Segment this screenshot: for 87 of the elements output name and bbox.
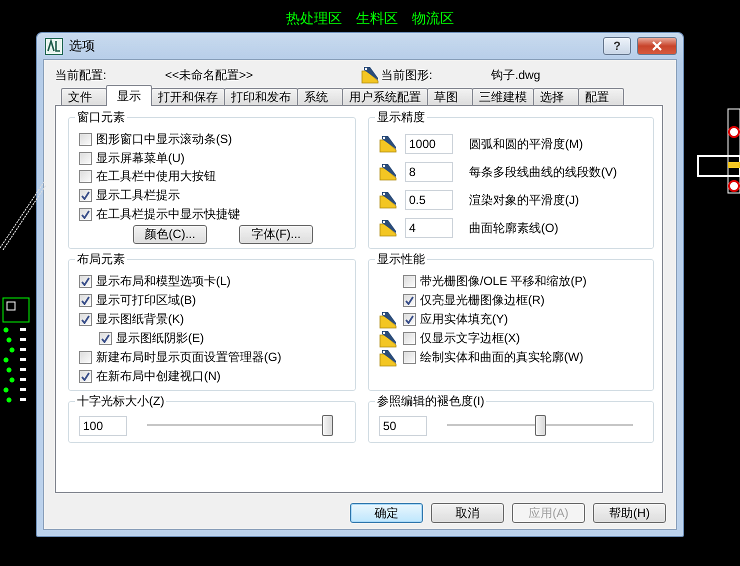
dialog-button[interactable]: 取消 bbox=[431, 503, 504, 523]
checkbox[interactable] bbox=[99, 332, 112, 345]
group-title: 窗口元素 bbox=[75, 110, 127, 124]
tab[interactable]: 打印和发布 bbox=[224, 88, 298, 106]
value-field[interactable]: 4 bbox=[405, 218, 453, 238]
tab[interactable]: 显示 bbox=[106, 85, 152, 106]
checkbox[interactable] bbox=[403, 332, 416, 345]
checkbox-label: 仅亮显光栅图像边框(R) bbox=[420, 292, 545, 309]
slider-thumb[interactable] bbox=[322, 415, 333, 436]
app-icon bbox=[45, 38, 63, 54]
drawing-setting-icon bbox=[379, 163, 397, 181]
drawing-setting-icon bbox=[379, 135, 397, 153]
drawing-setting-icon bbox=[379, 219, 397, 237]
tab[interactable]: 系统 bbox=[297, 88, 343, 106]
checkbox-label: 显示屏幕菜单(U) bbox=[96, 150, 185, 167]
profile-name: <<未命名配置>> bbox=[165, 66, 254, 84]
value-field[interactable]: 8 bbox=[405, 162, 453, 182]
profile-label: 当前配置: bbox=[55, 66, 108, 84]
checkbox-label: 图形窗口中显示滚动条(S) bbox=[96, 130, 232, 148]
checkbox-label: 在工具栏中使用大按钮 bbox=[96, 168, 216, 186]
check-icon bbox=[81, 372, 90, 381]
tab[interactable]: 三维建模 bbox=[472, 88, 534, 106]
font-color-button[interactable]: 字体(F)... bbox=[239, 224, 313, 244]
tab[interactable]: 草图 bbox=[427, 88, 473, 106]
line-drawing bbox=[0, 180, 46, 250]
checkbox[interactable] bbox=[403, 294, 416, 307]
group-title: 显示精度 bbox=[375, 110, 427, 124]
check-icon bbox=[405, 296, 414, 305]
checkbox-label: 显示工具栏提示 bbox=[96, 187, 180, 204]
tab[interactable]: 文件 bbox=[61, 88, 107, 106]
check-icon bbox=[81, 315, 90, 324]
checkbox-label: 显示图纸背景(K) bbox=[96, 311, 184, 328]
checkbox-label: 绘制实体和曲面的真实轮廓(W) bbox=[420, 349, 584, 366]
checkbox[interactable] bbox=[403, 313, 416, 326]
checkbox[interactable] bbox=[79, 189, 92, 202]
checkbox[interactable] bbox=[403, 351, 416, 364]
checkbox[interactable] bbox=[79, 370, 92, 383]
group-title: 十字光标大小(Z) bbox=[75, 394, 166, 408]
tab[interactable]: 打开和保存 bbox=[151, 88, 225, 106]
checkbox-label: 带光栅图像/OLE 平移和缩放(P) bbox=[420, 273, 587, 290]
check-icon bbox=[101, 334, 110, 343]
checkbox[interactable] bbox=[79, 170, 92, 184]
checkbox[interactable] bbox=[79, 132, 92, 146]
slider-thumb[interactable] bbox=[535, 415, 546, 436]
checkbox[interactable] bbox=[79, 294, 92, 307]
checkbox[interactable] bbox=[79, 208, 92, 222]
group-title: 显示性能 bbox=[375, 252, 427, 266]
check-icon bbox=[81, 296, 90, 305]
drawing-name: 钩子.dwg bbox=[491, 66, 542, 84]
window-title: 选项 bbox=[69, 37, 96, 55]
check-icon bbox=[81, 277, 90, 286]
checkbox-label: 新建布局时显示页面设置管理器(G) bbox=[96, 349, 282, 366]
group-title: 布局元素 bbox=[75, 252, 127, 266]
help-button[interactable]: ? bbox=[603, 37, 631, 55]
tab[interactable]: 用户系统配置 bbox=[342, 88, 428, 106]
font-color-button[interactable]: 颜色(C)... bbox=[133, 224, 207, 244]
checkbox[interactable] bbox=[79, 351, 92, 364]
group-title: 参照编辑的褪色度(I) bbox=[375, 394, 486, 408]
close-icon bbox=[651, 41, 663, 51]
dialog-button[interactable]: 帮助(H) bbox=[593, 503, 666, 523]
checkbox-label: 显示布局和模型选项卡(L) bbox=[96, 273, 231, 290]
check-icon bbox=[405, 315, 414, 324]
field-label: 圆弧和圆的平滑度(M) bbox=[469, 136, 583, 152]
checkbox-label: 应用实体填充(Y) bbox=[420, 311, 508, 328]
drawing-label: 当前图形: bbox=[381, 66, 434, 84]
dialog-button[interactable]: 确定 bbox=[350, 503, 423, 523]
checkbox-label: 在新布局中创建视口(N) bbox=[96, 368, 221, 385]
value-field[interactable]: 1000 bbox=[405, 134, 453, 154]
field-label: 曲面轮廓素线(O) bbox=[469, 220, 558, 236]
field-label: 渲染对象的平滑度(J) bbox=[469, 192, 579, 208]
checkbox-label: 显示可打印区域(B) bbox=[96, 292, 196, 309]
checkbox-label: 显示图纸阴影(E) bbox=[116, 330, 204, 347]
drawing-setting-icon bbox=[361, 66, 379, 84]
value-field[interactable]: 50 bbox=[379, 416, 427, 436]
checkbox[interactable] bbox=[79, 275, 92, 288]
checkbox[interactable] bbox=[79, 152, 92, 165]
drawing-setting-icon bbox=[379, 191, 397, 209]
field-label: 每条多段线曲线的线段数(V) bbox=[469, 164, 617, 180]
checkbox[interactable] bbox=[403, 275, 416, 288]
tab[interactable]: 选择 bbox=[533, 88, 579, 106]
checkbox-label: 仅显示文字边框(X) bbox=[420, 330, 520, 347]
checkbox[interactable] bbox=[79, 313, 92, 326]
tab[interactable]: 配置 bbox=[578, 88, 624, 106]
value-field[interactable]: 100 bbox=[79, 416, 127, 436]
close-button[interactable] bbox=[637, 37, 677, 55]
value-field[interactable]: 0.5 bbox=[405, 190, 453, 210]
checkbox-label: 在工具栏提示中显示快捷键 bbox=[96, 206, 240, 224]
